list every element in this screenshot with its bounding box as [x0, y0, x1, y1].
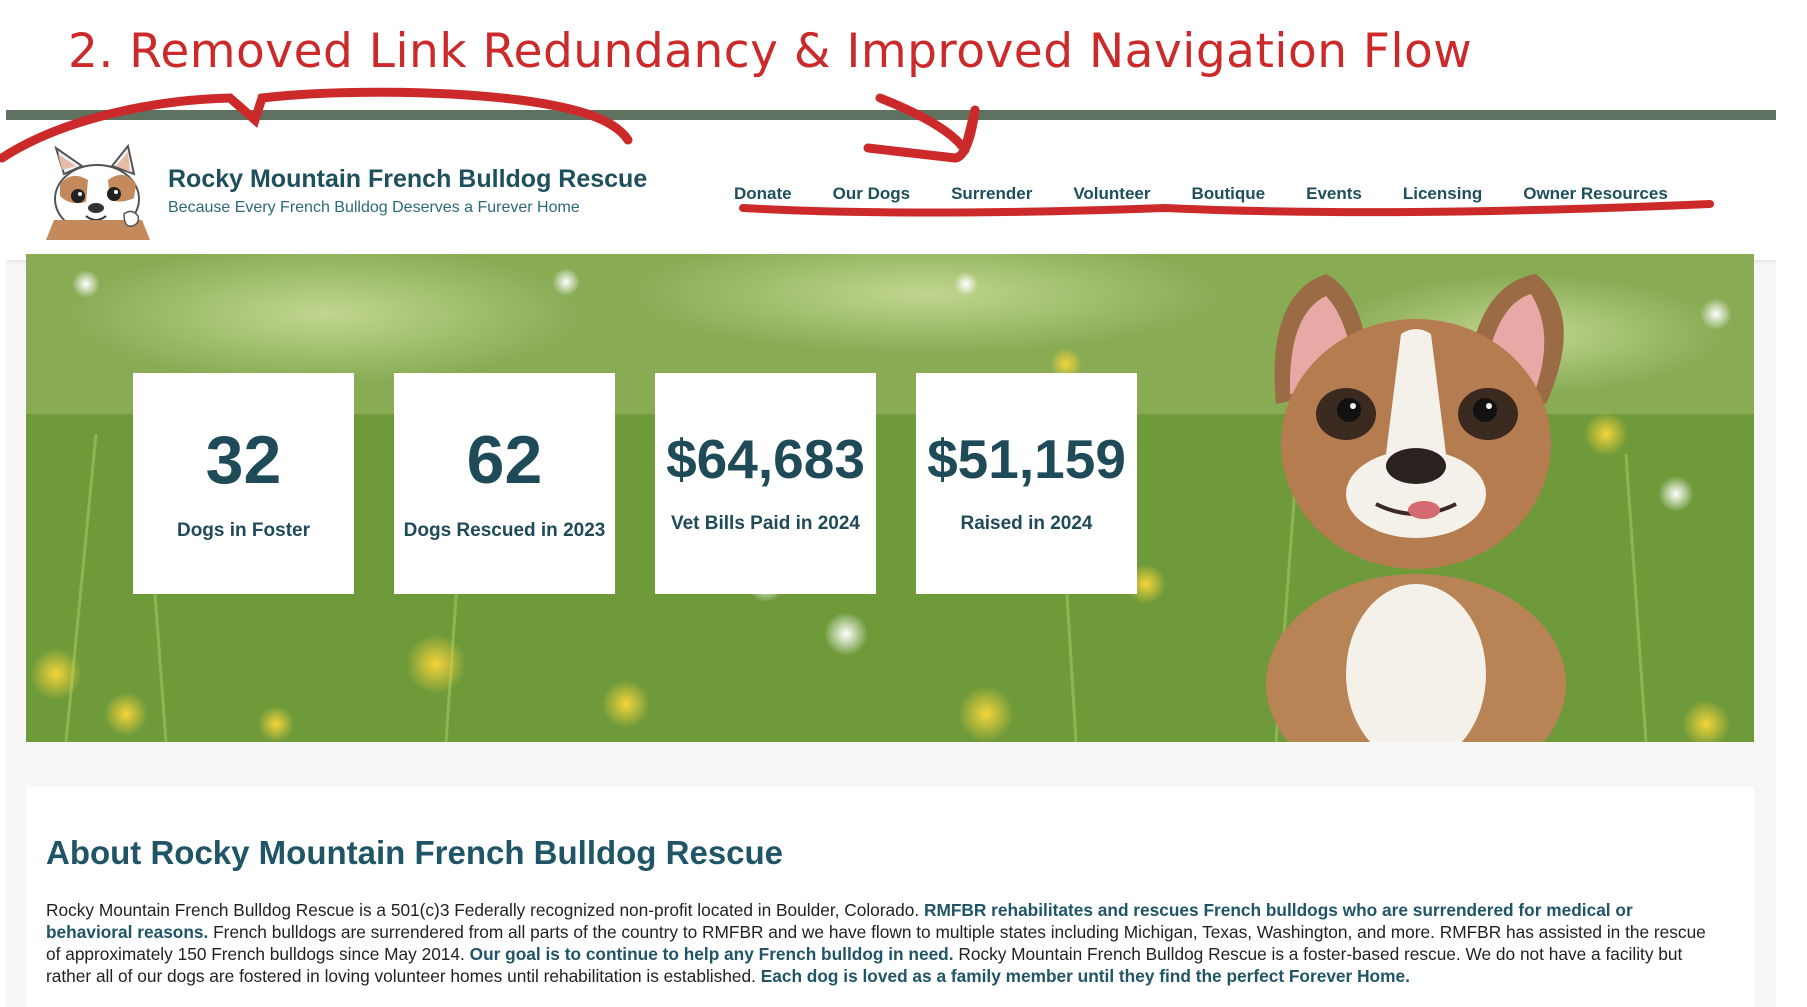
stat-label: Dogs Rescued in 2023 — [403, 519, 606, 541]
annotation-title: 2. Removed Link Redundancy & Improved Na… — [68, 24, 1473, 79]
nav-link-licensing[interactable]: Licensing — [1403, 184, 1482, 204]
about-section: About Rocky Mountain French Bulldog Resc… — [26, 787, 1754, 1007]
stat-value: $64,683 — [666, 428, 865, 490]
french-bulldog-logo-icon[interactable] — [42, 144, 154, 240]
french-bulldog-photo — [1266, 274, 1566, 742]
brand-tagline: Because Every French Bulldog Deserves a … — [168, 199, 580, 216]
top-accent-bar — [6, 110, 1776, 120]
main-navigation: Donate Our Dogs Surrender Volunteer Bout… — [734, 184, 1668, 204]
stat-card-vet-bills: $64,683 Vet Bills Paid in 2024 — [655, 373, 876, 594]
nav-link-volunteer[interactable]: Volunteer — [1073, 184, 1150, 204]
stat-label: Vet Bills Paid in 2024 — [670, 513, 861, 534]
website-frame: Rocky Mountain French Bulldog Rescue Bec… — [6, 110, 1776, 1007]
nav-link-surrender[interactable]: Surrender — [951, 184, 1032, 204]
stat-value: $51,159 — [927, 428, 1126, 490]
stat-label: Dogs in Foster — [176, 519, 310, 541]
hero-banner: 32 Dogs in Foster 62 Dogs Rescued in 202… — [26, 254, 1754, 742]
brand-name[interactable]: Rocky Mountain French Bulldog Rescue — [168, 165, 647, 194]
nav-link-owner-resources[interactable]: Owner Resources — [1523, 184, 1668, 204]
nav-link-donate[interactable]: Donate — [734, 184, 792, 204]
stat-value: 32 — [205, 421, 282, 498]
about-heading: About Rocky Mountain French Bulldog Resc… — [46, 834, 784, 871]
stat-value: 62 — [466, 421, 543, 498]
nav-link-events[interactable]: Events — [1306, 184, 1362, 204]
stat-card-dogs-in-foster: 32 Dogs in Foster — [133, 373, 354, 594]
about-paragraph: Rocky Mountain French Bulldog Rescue is … — [46, 900, 1706, 986]
nav-link-boutique[interactable]: Boutique — [1191, 184, 1265, 204]
nav-link-our-dogs[interactable]: Our Dogs — [833, 184, 910, 204]
stat-card-raised: $51,159 Raised in 2024 — [916, 373, 1137, 594]
site-header: Rocky Mountain French Bulldog Rescue Bec… — [6, 120, 1776, 260]
stat-card-dogs-rescued: 62 Dogs Rescued in 2023 — [394, 373, 615, 594]
stat-label: Raised in 2024 — [960, 513, 1093, 534]
